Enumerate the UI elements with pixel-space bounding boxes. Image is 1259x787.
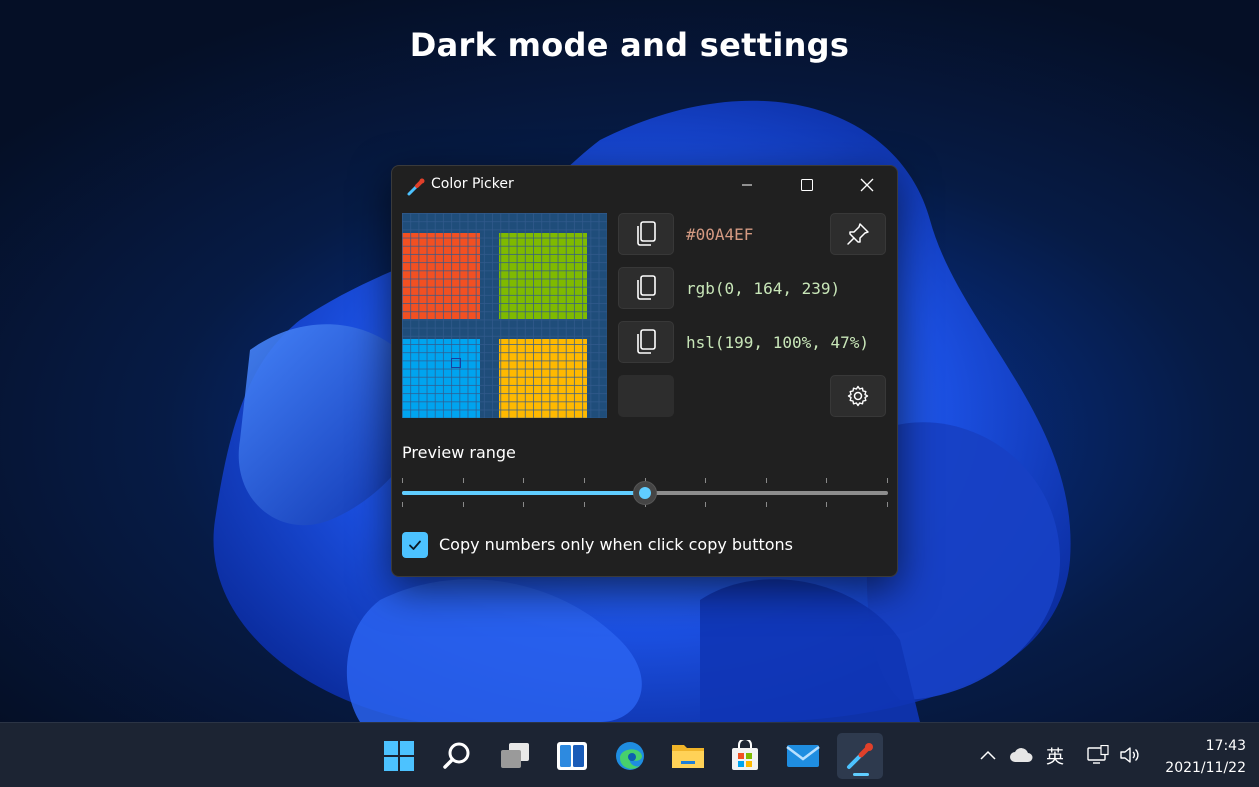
clock[interactable]: 17:43 2021/11/22	[1150, 735, 1246, 779]
close-icon	[860, 178, 874, 192]
slider-tick	[463, 502, 464, 507]
eyedropper-icon	[847, 743, 873, 769]
search-icon	[443, 742, 470, 769]
cloud-icon	[1010, 748, 1033, 762]
file-explorer-button[interactable]	[665, 733, 711, 779]
copy-numbers-only-checkbox[interactable]	[402, 532, 428, 558]
color-swatch	[618, 375, 674, 417]
taskbar: 英 17:43 2021/11/22	[0, 722, 1259, 787]
slider-tick	[402, 502, 403, 507]
task-view-icon	[501, 743, 529, 768]
onedrive-button[interactable]	[1008, 743, 1034, 767]
slider-tick	[584, 478, 585, 483]
preview-range-label: Preview range	[402, 443, 516, 462]
widgets-icon	[557, 742, 587, 770]
close-button[interactable]	[838, 166, 896, 204]
eyedropper-app-icon	[407, 178, 425, 196]
chevron-up-icon	[980, 750, 996, 760]
slider-tick	[887, 478, 888, 483]
slider-tick	[826, 502, 827, 507]
slider-tick	[584, 502, 585, 507]
slider-tick	[766, 478, 767, 483]
slider-tick	[705, 502, 706, 507]
copy-icon	[637, 329, 656, 354]
folder-icon	[672, 745, 704, 768]
start-button[interactable]	[376, 733, 422, 779]
minimize-icon	[742, 184, 752, 186]
pin-button[interactable]	[830, 213, 886, 255]
show-hidden-icons-button[interactable]	[978, 743, 998, 767]
slider-tick	[402, 478, 403, 483]
copy-icon	[637, 275, 656, 300]
volume-button[interactable]	[1118, 743, 1142, 767]
store-icon	[732, 740, 758, 770]
preview-range-slider[interactable]	[402, 474, 888, 510]
pin-icon	[847, 223, 869, 245]
slider-thumb[interactable]	[633, 481, 657, 505]
edge-button[interactable]	[607, 733, 653, 779]
maximize-icon	[801, 179, 813, 191]
slider-tick	[523, 502, 524, 507]
magnifier-preview[interactable]	[402, 213, 607, 418]
clock-time: 17:43	[1205, 738, 1246, 754]
hex-value[interactable]: #00A4EF	[686, 225, 753, 244]
input-method-indicator[interactable]: 英	[1046, 743, 1064, 769]
color-picker-window: Color Picker #00A4EF rgb(0, 164, 239) hs…	[391, 165, 898, 577]
promo-headline: Dark mode and settings	[409, 26, 850, 64]
slider-tick	[887, 502, 888, 507]
slider-tick	[766, 502, 767, 507]
title-bar[interactable]: Color Picker	[392, 166, 897, 204]
maximize-button[interactable]	[778, 166, 836, 204]
active-indicator	[853, 773, 869, 776]
slider-tick	[826, 478, 827, 483]
copy-hsl-button[interactable]	[618, 321, 674, 363]
copy-rgb-button[interactable]	[618, 267, 674, 309]
pixel-grid	[402, 213, 607, 418]
network-button[interactable]	[1086, 743, 1110, 767]
copy-hex-button[interactable]	[618, 213, 674, 255]
widgets-button[interactable]	[549, 733, 595, 779]
microsoft-store-button[interactable]	[722, 733, 768, 779]
slider-tick	[463, 478, 464, 483]
copy-icon	[637, 221, 656, 246]
picker-cursor	[451, 358, 461, 368]
search-button[interactable]	[434, 733, 480, 779]
windows-logo-icon	[384, 741, 414, 771]
rgb-value[interactable]: rgb(0, 164, 239)	[686, 279, 840, 298]
slider-tick	[523, 478, 524, 483]
minimize-button[interactable]	[718, 166, 776, 204]
mail-icon	[786, 745, 820, 767]
color-picker-taskbar-button[interactable]	[837, 733, 883, 779]
slider-fill	[402, 491, 645, 495]
clock-date: 2021/11/22	[1165, 760, 1246, 776]
checkmark-icon	[409, 540, 421, 550]
hsl-value[interactable]: hsl(199, 100%, 47%)	[686, 333, 869, 352]
settings-button[interactable]	[830, 375, 886, 417]
task-view-button[interactable]	[492, 733, 538, 779]
window-title: Color Picker	[431, 176, 514, 192]
edge-icon	[616, 742, 644, 770]
slider-tick	[705, 478, 706, 483]
copy-numbers-only-label[interactable]: Copy numbers only when click copy button…	[439, 535, 793, 554]
gear-icon	[847, 385, 869, 407]
network-icon	[1087, 745, 1109, 764]
mail-button[interactable]	[780, 733, 826, 779]
speaker-icon	[1120, 747, 1139, 763]
